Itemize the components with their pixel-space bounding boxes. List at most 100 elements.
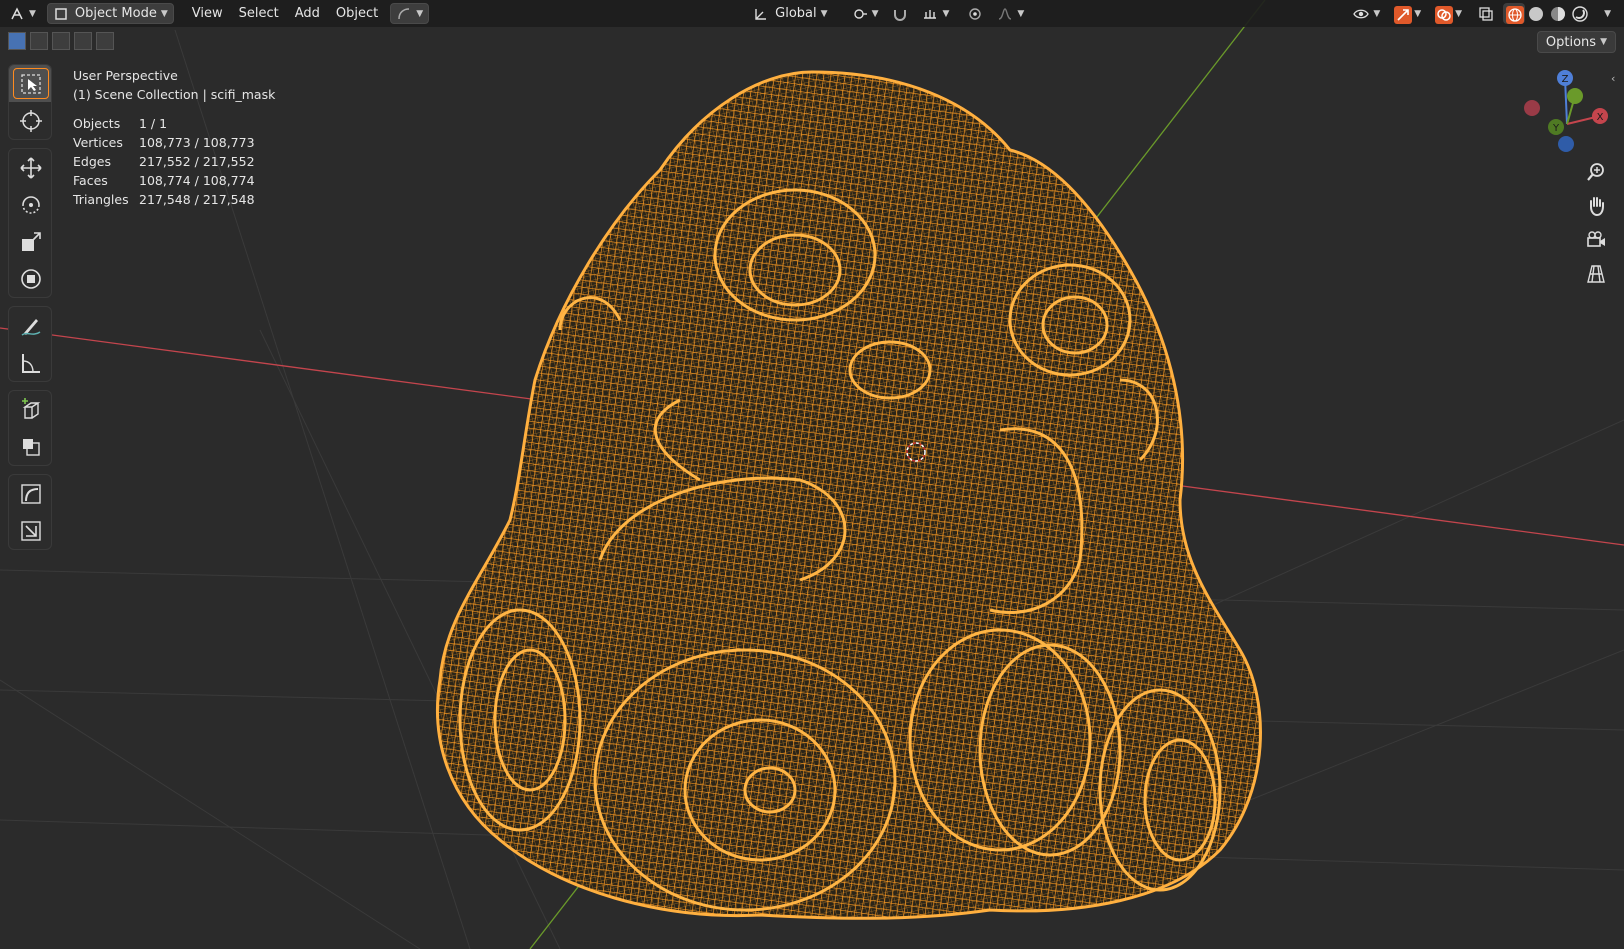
stat-row: Triangles 217,548 / 217,548	[73, 190, 275, 209]
annotate-icon	[21, 318, 41, 336]
chevron-down-icon: ▼	[1604, 8, 1612, 19]
gizmo-dropdown[interactable]: ▼	[390, 3, 430, 24]
tool-select-box[interactable]	[9, 65, 51, 102]
options-dropdown[interactable]: Options ▼	[1536, 31, 1616, 53]
shading-wireframe-button[interactable]	[1503, 3, 1526, 24]
cursor-icon	[20, 109, 42, 132]
pivot-icon	[852, 6, 868, 22]
tool-shelf	[8, 64, 52, 558]
menu-object[interactable]: Object	[328, 3, 386, 24]
overlays-toggle[interactable]: ▼	[1430, 3, 1467, 24]
viewport-text-overlay: User Perspective (1) Scene Collection | …	[73, 66, 275, 209]
gizmo-arrows-icon	[1394, 5, 1413, 24]
menu-view[interactable]: View	[184, 3, 231, 24]
tool-cursor[interactable]	[9, 102, 51, 139]
select-box-icon	[21, 73, 41, 94]
stat-value: 217,548 / 217,548	[139, 192, 255, 207]
orientation-label: Global	[775, 6, 817, 21]
options-label: Options	[1545, 34, 1597, 50]
tool-settings-row: Options ▼	[0, 29, 1624, 55]
stat-row: Edges 217,552 / 217,552	[73, 152, 275, 171]
tool-move[interactable]	[9, 149, 51, 186]
tool-scale[interactable]	[9, 223, 51, 260]
stat-label: Edges	[73, 154, 111, 169]
chevron-down-icon: ▼	[416, 8, 424, 19]
snap-toggle[interactable]	[887, 3, 913, 24]
shading-solid-button[interactable]	[1525, 3, 1547, 24]
stat-label: Triangles	[73, 192, 129, 207]
neg-x-axis-ball[interactable]	[1524, 100, 1540, 116]
menu-add[interactable]: Add	[287, 3, 328, 24]
shading-options-dropdown[interactable]: ▼	[1595, 3, 1616, 24]
snap-increment-icon	[922, 6, 938, 22]
shear-icon	[21, 520, 41, 541]
move-icon	[20, 156, 42, 179]
select-extend-button[interactable]	[30, 32, 48, 50]
viewport-header: ▼ Object Mode ▼ View Select Add Object ▼…	[0, 0, 1624, 27]
chevron-down-icon: ▼	[871, 8, 879, 19]
camera-view-button[interactable]	[1582, 226, 1610, 254]
tool-duplicate[interactable]	[9, 428, 51, 465]
proportional-icon	[967, 6, 983, 22]
y-axis-label: Y	[1552, 123, 1560, 134]
tool-rotate[interactable]	[9, 186, 51, 223]
falloff-icon	[997, 6, 1013, 22]
select-difference-button[interactable]	[74, 32, 92, 50]
curve-icon	[396, 6, 412, 22]
shading-rendered-button[interactable]	[1569, 3, 1591, 24]
select-new-button[interactable]	[8, 32, 26, 50]
shading-material-button[interactable]	[1547, 3, 1569, 24]
select-subtract-button[interactable]	[52, 32, 70, 50]
neg-z-axis-ball[interactable]	[1558, 136, 1574, 152]
chevron-down-icon: ▼	[820, 8, 828, 19]
chevron-down-icon: ▼	[942, 8, 950, 19]
tool-measure[interactable]	[9, 344, 51, 381]
proportional-edit-toggle[interactable]	[962, 3, 988, 24]
view-name: User Perspective	[73, 68, 178, 83]
gizmos-toggle[interactable]: ▼	[1389, 3, 1426, 24]
tool-shear[interactable]	[9, 512, 51, 549]
chevron-down-icon: ▼	[29, 8, 36, 19]
camera-icon	[1587, 231, 1605, 247]
chevron-down-icon: ▼	[1414, 8, 1422, 19]
orientation-dropdown[interactable]: Global ▼	[748, 3, 832, 24]
pan-hand-icon	[1590, 197, 1604, 216]
material-sphere-icon	[1550, 6, 1566, 22]
editor-type-button[interactable]: ▼	[4, 3, 41, 24]
tool-group-select	[8, 64, 52, 140]
stat-value: 108,773 / 108,773	[139, 135, 255, 150]
snap-target-dropdown[interactable]: ▼	[917, 3, 954, 24]
bend-icon	[21, 483, 41, 504]
tool-group-deform	[8, 474, 52, 550]
3d-viewport[interactable]: ▼ Object Mode ▼ View Select Add Object ▼…	[0, 0, 1624, 949]
y-axis-ball[interactable]	[1567, 88, 1583, 104]
tool-transform[interactable]	[9, 260, 51, 297]
stat-row: Objects 1 / 1	[73, 114, 275, 133]
select-intersect-button[interactable]	[96, 32, 114, 50]
tool-annotate[interactable]	[9, 307, 51, 344]
overlay-circles-icon	[1435, 5, 1454, 24]
mode-dropdown[interactable]: Object Mode ▼	[46, 3, 174, 24]
stat-row: Faces 108,774 / 108,774	[73, 171, 275, 190]
sidebar-toggle-icon[interactable]: ‹	[1611, 72, 1615, 85]
falloff-dropdown[interactable]: ▼	[992, 3, 1029, 24]
visibility-dropdown[interactable]: ▼	[1348, 3, 1385, 24]
zoom-button[interactable]	[1582, 158, 1610, 186]
x-axis-label: X	[1597, 112, 1604, 123]
tool-group-transform	[8, 148, 52, 298]
tool-bend[interactable]	[9, 475, 51, 512]
xray-toggle[interactable]	[1473, 3, 1499, 24]
wireframe-sphere-icon	[1506, 5, 1525, 24]
tool-group-annotate	[8, 306, 52, 382]
stat-value: 217,552 / 217,552	[139, 154, 255, 169]
pivot-dropdown[interactable]: ▼	[847, 3, 884, 24]
navigation-gizmo[interactable]: X Y Z	[1515, 66, 1615, 162]
duplicate-icon	[23, 438, 40, 456]
pan-button[interactable]	[1582, 192, 1610, 220]
scifi-mask-mesh[interactable]	[436, 70, 1262, 920]
menu-select[interactable]: Select	[231, 3, 287, 24]
perspective-toggle-button[interactable]	[1582, 260, 1610, 288]
tool-add-cube[interactable]	[9, 391, 51, 428]
mode-label: Object Mode	[74, 6, 157, 21]
magnet-icon	[892, 6, 908, 22]
